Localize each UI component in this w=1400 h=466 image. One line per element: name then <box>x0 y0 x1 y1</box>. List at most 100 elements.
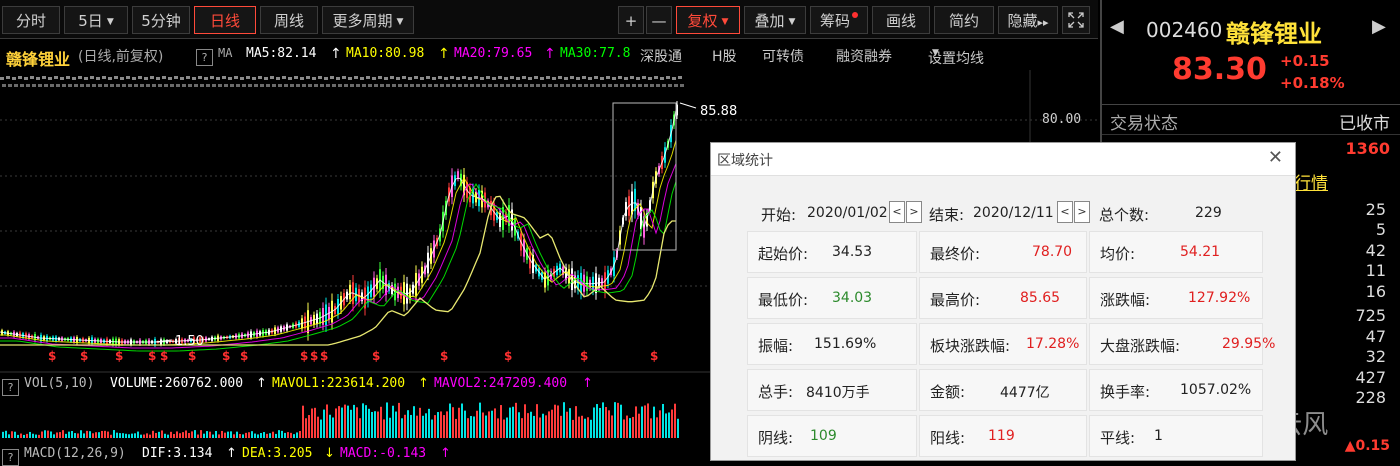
volume-bar <box>194 430 196 438</box>
volume-bar <box>353 404 355 438</box>
fuquan-button[interactable]: 复权 ▼ <box>676 6 740 34</box>
stat-value: 1057.02% <box>1180 382 1252 398</box>
volume-bar <box>77 433 79 438</box>
link-shenguotong[interactable]: 深股通 <box>640 46 682 66</box>
simple-mode-button[interactable]: 简约 <box>934 6 994 34</box>
next-stock-button[interactable]: ▶ <box>1372 16 1386 37</box>
end-prev-button[interactable]: < <box>1057 201 1073 223</box>
close-button[interactable]: ✕ <box>1268 147 1283 168</box>
volume-bar <box>482 412 484 438</box>
tab-day[interactable]: 日线 <box>194 6 256 34</box>
start-prev-button[interactable]: < <box>889 201 905 223</box>
redacted-block <box>218 84 222 87</box>
redacted-block <box>476 84 480 87</box>
volume-bar <box>485 415 487 438</box>
redacted-block <box>182 84 186 87</box>
stat-cell: 金额: 4477亿 <box>919 369 1087 411</box>
redacted-block <box>566 84 570 87</box>
volume-bar <box>479 402 481 438</box>
prev-stock-button[interactable]: ◀ <box>1110 16 1124 37</box>
link-convertible-bond[interactable]: 可转债 <box>762 46 804 66</box>
volume-bar <box>608 410 610 438</box>
redacted-block <box>176 84 180 87</box>
redacted-block <box>500 84 504 87</box>
help-icon: ? <box>2 379 19 396</box>
draw-line-button[interactable]: 画线 <box>872 6 930 34</box>
volume-bar <box>98 432 100 438</box>
volume-bar <box>638 413 640 438</box>
tab-5day[interactable]: 5日 ▼ <box>64 6 128 34</box>
hide-label: 隐藏 <box>1007 12 1038 30</box>
redacted-block <box>468 77 472 80</box>
tab-fenshi[interactable]: 分时 <box>2 6 60 34</box>
up-arrow-icon: ↑ <box>256 376 267 391</box>
event-marker-icon: $ <box>310 349 318 363</box>
redacted-block <box>350 84 354 87</box>
link-margin-trading[interactable]: 融资融券 <box>836 46 892 66</box>
zoom-out-button[interactable]: — <box>646 6 672 34</box>
volume-bar <box>500 405 502 438</box>
tab-label: 分时 <box>15 12 46 30</box>
volume-bar <box>611 415 613 438</box>
volume-bar <box>398 402 400 438</box>
volume-bar <box>542 413 544 438</box>
volume-bar <box>176 431 178 438</box>
redacted-block <box>212 84 216 87</box>
redacted-block <box>624 77 628 80</box>
chips-button[interactable]: 筹码 <box>810 6 868 34</box>
caret-down-icon: ▼ <box>932 48 939 58</box>
redacted-block <box>554 84 558 87</box>
redacted-block <box>282 76 286 79</box>
overlay-button[interactable]: 叠加 ▼ <box>744 6 806 34</box>
volume-bar <box>50 431 52 438</box>
chevron-left-icon: < <box>1057 201 1073 223</box>
redacted-block <box>654 76 658 79</box>
depth-value: 42 <box>1365 241 1386 260</box>
volume-bar <box>8 434 10 438</box>
stat-value: 151.69% <box>814 336 877 352</box>
volume-bar <box>461 403 463 438</box>
volume-bar <box>152 430 154 438</box>
zoom-in-button[interactable]: + <box>618 6 644 34</box>
volume-bar <box>365 405 367 438</box>
stat-value: 17.28% <box>1026 336 1080 352</box>
redacted-block <box>180 77 184 80</box>
volume-bar <box>320 419 322 438</box>
redacted-block <box>134 84 138 87</box>
event-marker-icon: $ <box>440 349 448 363</box>
redacted-block <box>590 84 594 87</box>
tab-5min[interactable]: 5分钟 <box>132 6 190 34</box>
caret-down-icon: ▼ <box>788 17 796 27</box>
tab-week[interactable]: 周线 <box>260 6 318 34</box>
up-arrow-icon: ↑ <box>582 376 593 391</box>
volume-bar <box>197 434 199 438</box>
redacted-block <box>348 77 352 80</box>
start-next-button[interactable]: > <box>906 201 922 223</box>
redacted-block <box>582 76 586 79</box>
volume-bar <box>95 432 97 438</box>
volume-bar <box>557 405 559 438</box>
volume-bar <box>224 432 226 438</box>
redacted-block <box>308 84 312 87</box>
redacted-block <box>92 84 96 87</box>
redacted-block <box>96 77 100 80</box>
volume-bar <box>497 418 499 438</box>
volume-bar <box>650 418 652 438</box>
volume-bar <box>653 406 655 438</box>
hide-button[interactable]: 隐藏▸▸ <box>998 6 1058 34</box>
tab-more-periods[interactable]: 更多周期 ▼ <box>322 6 414 34</box>
red-dot-icon <box>852 12 858 18</box>
link-h-share[interactable]: H股 <box>712 46 737 66</box>
volume-bar <box>401 418 403 438</box>
redacted-block <box>236 84 240 87</box>
redacted-block <box>252 77 256 80</box>
volume-bar <box>299 430 301 438</box>
dialog-titlebar[interactable]: 区域统计 ✕ <box>711 143 1295 176</box>
fullscreen-button[interactable] <box>1062 6 1090 34</box>
volume-bar <box>29 431 31 438</box>
event-marker-icon: $ <box>300 349 308 363</box>
volume-bar <box>191 431 193 438</box>
industry-quote-link[interactable]: 行情 <box>1294 169 1328 194</box>
end-next-button[interactable]: > <box>1074 201 1090 223</box>
volume-bar <box>203 433 205 438</box>
